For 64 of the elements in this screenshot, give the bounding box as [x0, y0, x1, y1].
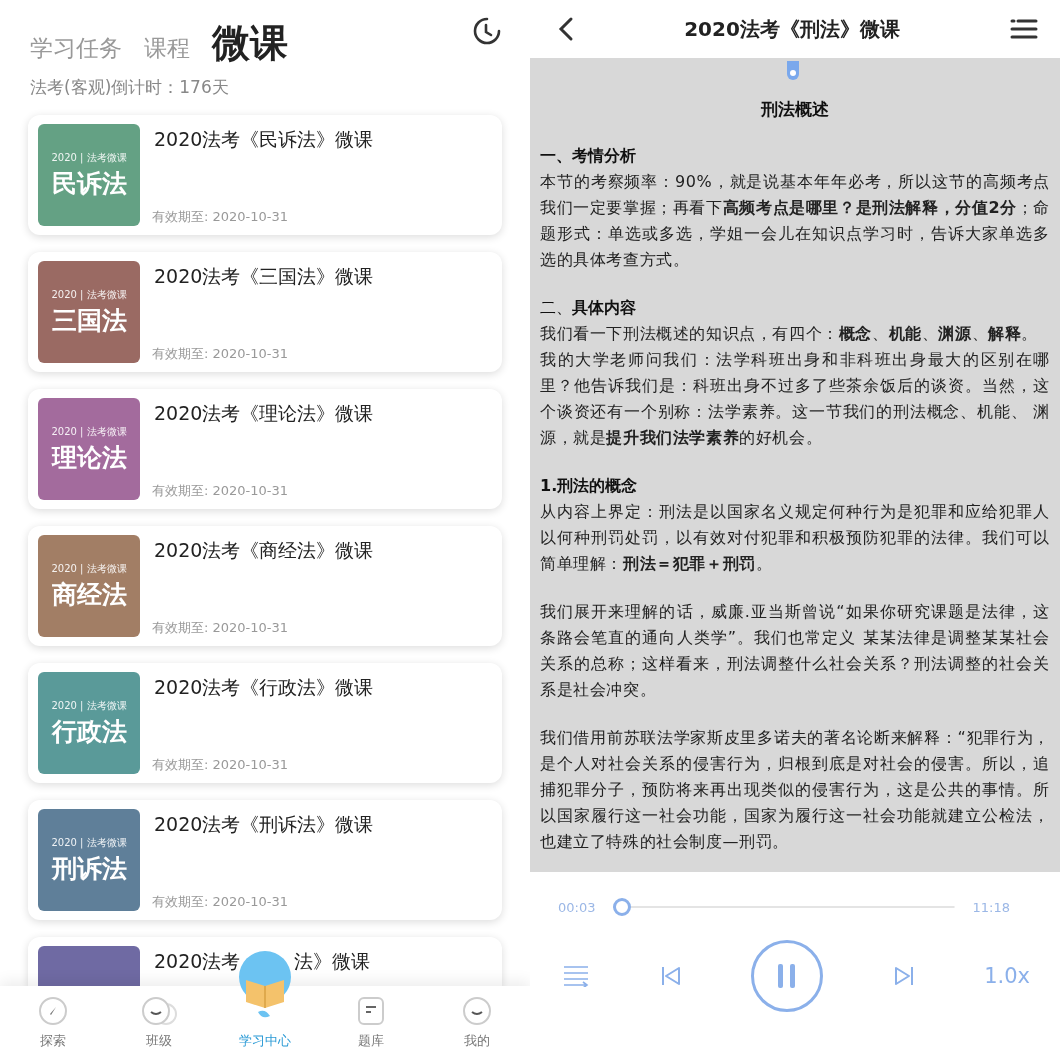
course-card[interactable]: 2020 | 法考微课 商经法 2020法考《商经法》微课 有效期至: 2020-10-31: [28, 526, 502, 646]
cover-title: 理论法: [51, 441, 127, 474]
document-icon: [356, 996, 386, 1026]
expiry-date: 有效期至: 2020-10-31: [152, 619, 290, 637]
section-heading: 二、具体内容: [540, 297, 637, 319]
elapsed-time: 00:03: [558, 899, 596, 915]
nav-tab[interactable]: 班级: [119, 996, 199, 1050]
article-paragraph: 本节的考察频率：90%，就是说基本年年必考，所以这节的高频考点我们一定要掌握；再看下高频考点是哪里？是刑法解释，分值2分；命题形式：单选或多选，学姐一会儿在知识点学习时，告诉大家单选多选的具体考查方式。: [540, 171, 1050, 271]
nav-tab[interactable]: 题库: [331, 996, 411, 1050]
course-card[interactable]: 2020法考 法》微课: [28, 937, 502, 987]
expiry-date: 有效期至: 2020-10-31: [152, 482, 290, 500]
back-icon[interactable]: [558, 16, 574, 42]
history-clock-icon[interactable]: [472, 16, 502, 46]
exam-countdown: 法考(客观)倒计时：176天: [29, 76, 230, 99]
slider-thumb[interactable]: [613, 898, 632, 916]
section-heading: 一、考情分析: [540, 145, 637, 167]
cover-title: 行政法: [51, 715, 127, 748]
course-title: 法》微课: [294, 949, 371, 974]
cover-title: 三国法: [51, 304, 127, 337]
cover-caption: 2020 | 法考微课: [51, 698, 127, 713]
nav-tab[interactable]: 我的: [437, 996, 517, 1050]
expiry-date: 有效期至: 2020-10-31: [152, 208, 290, 226]
article-paragraph: 我们看一下刑法概述的知识点，有四个：概念、机能、渊源、解释。: [540, 323, 1040, 345]
course-card[interactable]: 2020 | 法考微课 刑诉法 2020法考《刑诉法》微课 有效期至: 2020-10-31: [28, 800, 502, 920]
compass-icon: [38, 996, 68, 1026]
course-title: 2020法考《刑诉法》微课: [154, 812, 375, 837]
cover-title: 刑诉法: [51, 852, 127, 885]
cover-caption: 2020 | 法考微课: [51, 150, 127, 165]
cover-title: 民诉法: [51, 167, 127, 200]
course-title: 2020法考: [154, 949, 241, 974]
course-title: 2020法考《民诉法》微课: [154, 127, 375, 152]
expiry-date: 有效期至: 2020-10-31: [152, 345, 290, 363]
cover-caption: 2020 | 法考微课: [51, 561, 127, 576]
course-card[interactable]: 2020 | 法考微课 理论法 2020法考《理论法》微课 有效期至: 2020-10-31: [28, 389, 502, 509]
article-paragraph: 我的大学老师问我们：法学科班出身和非科班出身最大的区别在哪里？他告诉我们是：科班出身不过多了些茶余饭后的谈资。当然，这个谈资还有一个别称：法学素养。这一节我们的刑法概念、机能、 渊源，就是提升我们法学素养的好机会。: [540, 349, 1050, 449]
article-paragraph: 从内容上界定：刑法是以国家名义规定何种行为是犯罪和应给犯罪人以何种刑罚处罚，以有效对付犯罪和积极预防犯罪的法律。我们可以简单理解：刑法＝犯罪＋刑罚。: [540, 501, 1050, 575]
nav-tab[interactable]: 探索: [13, 996, 93, 1050]
scroll-marker: [786, 60, 800, 80]
article-paragraph: 我们借用前苏联法学家斯皮里多诺夫的著名论断来解释：“犯罪行为，是个人对社会关系的侵害行为，归根到底是对社会的侵害。所以，追捕犯罪分子，预防将来再出现类似的侵害行为，这是公共的事情。所以国家履行这一社会功能，国家为履行这一社会功能就建立公检法，也建立了特殊的社会制度—刑罚。: [540, 727, 1050, 853]
list-menu-icon[interactable]: [1010, 18, 1038, 40]
next-icon[interactable]: [893, 965, 914, 987]
course-card[interactable]: 2020 | 法考微课 行政法 2020法考《行政法》微课 有效期至: 2020-10-31: [28, 663, 502, 783]
total-duration: 11:18: [972, 899, 1010, 915]
page-title: 2020法考《刑法》微课: [684, 15, 900, 43]
previous-icon[interactable]: [660, 965, 681, 987]
course-card[interactable]: 2020 | 法考微课 民诉法 2020法考《民诉法》微课 有效期至: 2020-10-31: [28, 115, 502, 235]
section-tab[interactable]: 微课: [212, 24, 288, 62]
expiry-date: 有效期至: 2020-10-31: [152, 893, 290, 911]
playlist-icon[interactable]: [562, 965, 590, 987]
class-face-icon: [141, 996, 177, 1026]
course-card[interactable]: 2020 | 法考微课 三国法 2020法考《三国法》微课 有效期至: 2020-10-31: [28, 252, 502, 372]
course-title: 2020法考《商经法》微课: [154, 538, 375, 563]
cover-caption: 2020 | 法考微课: [51, 835, 127, 850]
course-title: 2020法考《行政法》微课: [154, 675, 375, 700]
expiry-date: 有效期至: 2020-10-31: [152, 756, 290, 774]
section-heading: 1.刑法的概念: [540, 475, 639, 497]
article-title: 刑法概述: [760, 98, 830, 121]
course-title: 2020法考《理论法》微课: [154, 401, 375, 426]
course-title: 2020法考《三国法》微课: [154, 264, 375, 289]
cover-title: 商经法: [51, 578, 127, 611]
cover-caption: 2020 | 法考微课: [51, 287, 127, 302]
smile-face-icon: [462, 996, 492, 1026]
cover-caption: 2020 | 法考微课: [51, 424, 127, 439]
article-paragraph: 我们展开来理解的话，威廉.亚当斯曾说“如果你研究课题是法律，这条路会笔直的通向人类学”。我们也常定义 某某法律是调整某某社会关系的总称；这样看来，刑法调整什么社会关系？刑法调整的社会关系是社会冲突。: [540, 601, 1050, 701]
